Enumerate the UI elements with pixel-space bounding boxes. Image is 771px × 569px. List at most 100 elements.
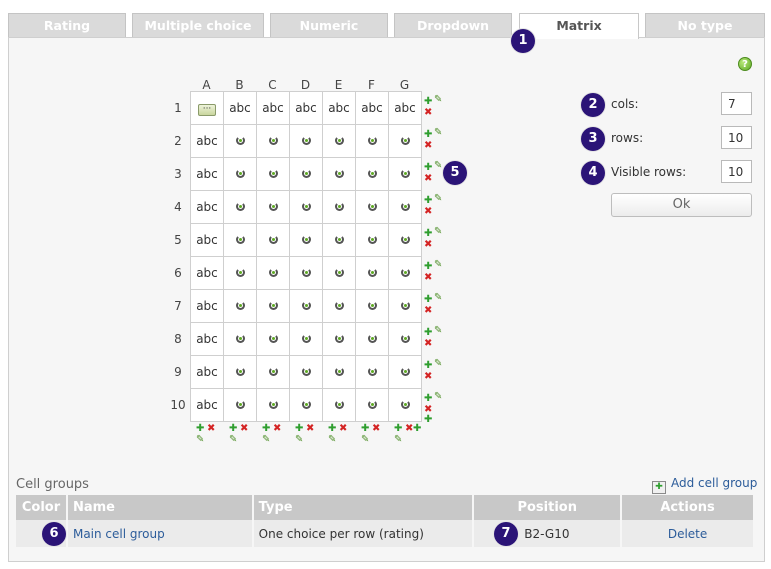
edit-row-icon[interactable]: ✎ — [434, 260, 442, 270]
matrix-radio-cell[interactable] — [289, 124, 323, 158]
edit-column-icon[interactable]: ✎ — [328, 435, 336, 445]
matrix-radio-cell[interactable] — [256, 322, 290, 356]
edit-row-icon[interactable]: ✎ — [434, 95, 442, 105]
add-row-icon[interactable]: ✚ — [424, 415, 432, 425]
tab-multiple-choice[interactable]: Multiple choice — [132, 13, 264, 37]
add-row-icon[interactable]: ✚ — [424, 97, 432, 107]
matrix-radio-cell[interactable] — [256, 223, 290, 257]
add-column-icon[interactable]: ✚ — [229, 424, 237, 434]
edit-column-icon[interactable]: ✎ — [196, 435, 204, 445]
matrix-radio-cell[interactable] — [256, 190, 290, 224]
delete-row-icon[interactable]: ✖ — [424, 372, 432, 382]
edit-row-icon[interactable]: ✎ — [434, 128, 442, 138]
delete-cell-group-link[interactable]: Delete — [621, 520, 755, 547]
matrix-radio-cell[interactable] — [256, 355, 290, 389]
delete-row-icon[interactable]: ✖ — [424, 207, 432, 217]
matrix-radio-cell[interactable] — [388, 322, 422, 356]
add-cell-group-link[interactable]: ✚ Add cell group — [652, 476, 757, 494]
tab-dropdown[interactable]: Dropdown — [394, 13, 512, 37]
matrix-radio-cell[interactable] — [289, 355, 323, 389]
delete-row-icon[interactable]: ✖ — [424, 240, 432, 250]
matrix-label-cell[interactable]: abc — [289, 91, 323, 125]
matrix-radio-cell[interactable] — [256, 124, 290, 158]
matrix-radio-cell[interactable] — [388, 256, 422, 290]
matrix-radio-cell[interactable] — [289, 157, 323, 191]
matrix-label-cell[interactable]: abc — [190, 289, 224, 323]
edit-column-icon[interactable]: ✎ — [262, 435, 270, 445]
edit-row-icon[interactable]: ✎ — [434, 359, 442, 369]
edit-column-icon[interactable]: ✎ — [361, 435, 369, 445]
matrix-radio-cell[interactable] — [388, 289, 422, 323]
matrix-radio-cell[interactable] — [256, 388, 290, 422]
delete-column-icon[interactable]: ✖ — [372, 424, 380, 434]
add-column-icon[interactable]: ✚ — [262, 424, 270, 434]
add-row-icon[interactable]: ✚ — [424, 361, 432, 371]
delete-column-icon[interactable]: ✖ — [306, 424, 314, 434]
matrix-label-cell[interactable]: abc — [223, 91, 257, 125]
matrix-label-cell[interactable]: abc — [190, 223, 224, 257]
matrix-radio-cell[interactable] — [355, 256, 389, 290]
visible-rows-input[interactable] — [721, 160, 752, 183]
matrix-radio-cell[interactable] — [388, 223, 422, 257]
matrix-radio-cell[interactable] — [388, 157, 422, 191]
delete-row-icon[interactable]: ✖ — [424, 306, 432, 316]
add-row-icon[interactable]: ✚ — [424, 229, 432, 239]
matrix-label-cell[interactable]: abc — [190, 388, 224, 422]
tab-matrix[interactable]: Matrix — [519, 13, 639, 39]
tab-numeric[interactable]: Numeric — [270, 13, 388, 37]
matrix-radio-cell[interactable] — [388, 388, 422, 422]
delete-column-icon[interactable]: ✖ — [207, 424, 215, 434]
matrix-radio-cell[interactable] — [223, 157, 257, 191]
add-row-icon[interactable]: ✚ — [424, 328, 432, 338]
matrix-label-cell[interactable]: abc — [190, 157, 224, 191]
matrix-radio-cell[interactable] — [355, 355, 389, 389]
matrix-radio-cell[interactable] — [322, 190, 356, 224]
matrix-radio-cell[interactable] — [388, 355, 422, 389]
add-row-icon[interactable]: ✚ — [424, 394, 432, 404]
matrix-radio-cell[interactable] — [322, 124, 356, 158]
matrix-radio-cell[interactable] — [223, 256, 257, 290]
cell-menu-button[interactable]: ··· — [198, 104, 216, 116]
matrix-label-cell[interactable]: abc — [322, 91, 356, 125]
add-row-icon[interactable]: ✚ — [424, 163, 432, 173]
matrix-label-cell[interactable]: abc — [355, 91, 389, 125]
matrix-radio-cell[interactable] — [322, 322, 356, 356]
delete-column-icon[interactable]: ✖ — [240, 424, 248, 434]
cols-input[interactable] — [721, 92, 752, 115]
edit-column-icon[interactable]: ✎ — [394, 435, 402, 445]
delete-row-icon[interactable]: ✖ — [424, 273, 432, 283]
ok-button[interactable]: Ok — [611, 193, 752, 217]
edit-row-icon[interactable]: ✎ — [434, 293, 442, 303]
matrix-radio-cell[interactable] — [355, 388, 389, 422]
matrix-radio-cell[interactable] — [223, 124, 257, 158]
matrix-radio-cell[interactable] — [256, 157, 290, 191]
add-column-icon[interactable]: ✚ — [196, 424, 204, 434]
matrix-radio-cell[interactable] — [289, 289, 323, 323]
delete-row-icon[interactable]: ✖ — [424, 174, 432, 184]
matrix-radio-cell[interactable] — [289, 388, 323, 422]
matrix-radio-cell[interactable] — [223, 355, 257, 389]
matrix-radio-cell[interactable] — [355, 322, 389, 356]
add-column-icon[interactable]: ✚ — [394, 424, 402, 434]
edit-column-icon[interactable]: ✎ — [229, 435, 237, 445]
matrix-radio-cell[interactable] — [355, 289, 389, 323]
edit-row-icon[interactable]: ✎ — [434, 161, 442, 171]
delete-row-icon[interactable]: ✖ — [424, 108, 432, 118]
matrix-label-cell[interactable]: abc — [256, 91, 290, 125]
matrix-radio-cell[interactable] — [289, 322, 323, 356]
matrix-radio-cell[interactable] — [223, 388, 257, 422]
matrix-radio-cell[interactable] — [355, 223, 389, 257]
matrix-radio-cell[interactable] — [322, 223, 356, 257]
add-column-icon[interactable]: ✚ — [328, 424, 336, 434]
edit-row-icon[interactable]: ✎ — [434, 326, 442, 336]
add-row-icon[interactable]: ✚ — [424, 130, 432, 140]
matrix-radio-cell[interactable] — [289, 256, 323, 290]
tab-rating[interactable]: Rating — [8, 13, 126, 37]
matrix-radio-cell[interactable] — [223, 190, 257, 224]
add-row-icon[interactable]: ✚ — [424, 196, 432, 206]
delete-row-icon[interactable]: ✖ — [424, 339, 432, 349]
add-row-icon[interactable]: ✚ — [424, 295, 432, 305]
delete-column-icon[interactable]: ✖ — [273, 424, 281, 434]
matrix-radio-cell[interactable] — [322, 256, 356, 290]
add-row-icon[interactable]: ✚ — [424, 262, 432, 272]
